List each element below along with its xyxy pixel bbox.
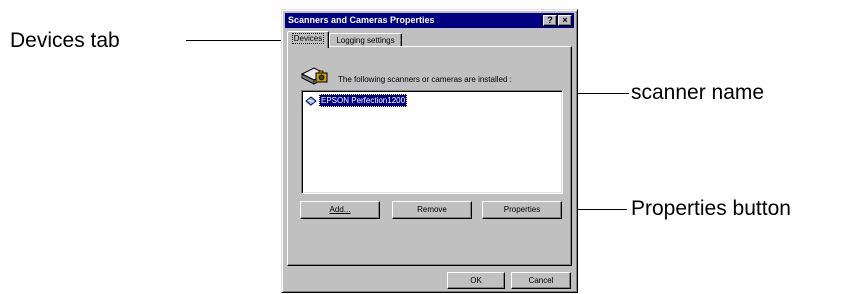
- tab-logging-settings-label: Logging settings: [336, 36, 395, 45]
- callout-scanner-name: scanner name: [631, 81, 765, 104]
- devices-tab-panel: The following scanners or cameras are in…: [287, 46, 572, 266]
- help-button[interactable]: ?: [543, 15, 557, 26]
- title-bar: Scanners and Cameras Properties ? ×: [285, 13, 574, 28]
- remove-button-label: Remove: [417, 205, 447, 214]
- close-button[interactable]: ×: [558, 15, 572, 26]
- cancel-button[interactable]: Cancel: [511, 272, 571, 289]
- callout-devices-tab: Devices tab: [10, 29, 120, 52]
- add-button[interactable]: Add...: [300, 201, 380, 219]
- callout-properties-button: Properties button: [631, 197, 791, 220]
- installed-devices-info: The following scanners or cameras are in…: [338, 75, 512, 84]
- properties-button[interactable]: Properties: [482, 201, 562, 219]
- callout-devices-tab-line: [186, 40, 287, 41]
- dialog-title: Scanners and Cameras Properties: [288, 15, 435, 25]
- scanner-name: EPSON Perfection1200: [319, 93, 408, 107]
- remove-button[interactable]: Remove: [392, 201, 472, 219]
- ok-button[interactable]: OK: [447, 272, 505, 289]
- scanners-cameras-dialog: Scanners and Cameras Properties ? × Devi…: [281, 9, 578, 293]
- device-list-item[interactable]: EPSON Perfection1200: [305, 93, 408, 107]
- scanner-icon: [305, 94, 317, 106]
- scanner-camera-icon: [300, 64, 330, 86]
- device-list[interactable]: EPSON Perfection1200: [301, 90, 563, 194]
- cancel-button-label: Cancel: [528, 276, 554, 285]
- properties-button-label: Properties: [503, 205, 541, 214]
- tab-devices-label: Devices: [291, 33, 325, 44]
- tab-devices[interactable]: Devices: [287, 31, 329, 48]
- ok-button-label: OK: [470, 276, 482, 285]
- add-button-label: Add...: [329, 205, 351, 214]
